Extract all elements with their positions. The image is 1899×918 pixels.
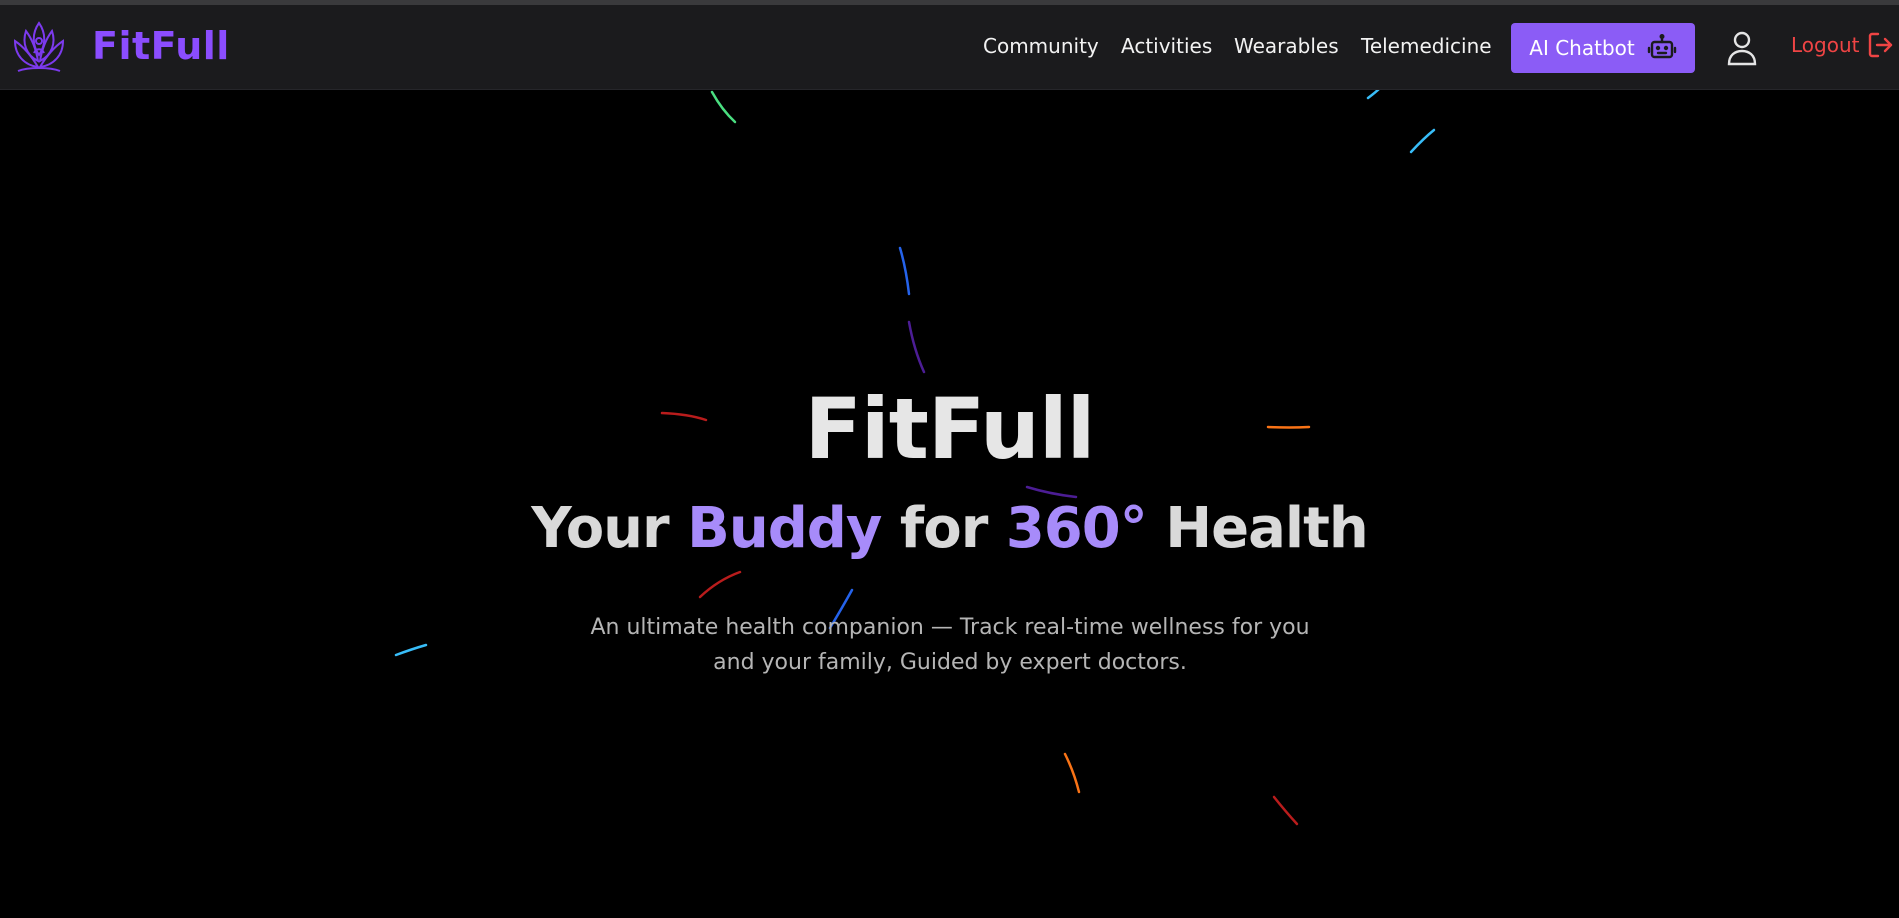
subtitle-text-2: for xyxy=(881,496,1006,561)
subtitle-accent-buddy: Buddy xyxy=(687,496,882,561)
nav-link-activities[interactable]: Activities xyxy=(1121,34,1212,58)
brand-home-link[interactable]: FitFull xyxy=(10,15,230,77)
nav-link-wearables[interactable]: Wearables xyxy=(1234,34,1339,58)
hero-title: FitFull xyxy=(804,380,1096,478)
subtitle-accent-360: 360° xyxy=(1005,496,1148,561)
top-navbar: FitFull Community Activities Wearables T… xyxy=(0,5,1899,90)
hero-subtitle: Your Buddy for 360° Health xyxy=(0,496,1899,561)
lotus-meditation-icon xyxy=(13,21,65,72)
nav-link-community[interactable]: Community xyxy=(983,34,1099,58)
user-icon[interactable] xyxy=(1727,30,1757,66)
hero-description: An ultimate health companion — Track rea… xyxy=(590,615,1310,675)
subtitle-text-1: Your xyxy=(531,496,688,561)
hero-section: FitFull Your Buddy for 360° Health An ul… xyxy=(0,90,1899,918)
robot-icon xyxy=(1647,34,1676,59)
logout-label: Logout xyxy=(1791,33,1860,57)
ai-chatbot-label: AI Chatbot xyxy=(1529,36,1635,60)
nav-link-telemedicine[interactable]: Telemedicine xyxy=(1361,34,1492,58)
subtitle-text-3: Health xyxy=(1146,496,1368,561)
brand-name: FitFull xyxy=(92,24,230,68)
ai-chatbot-button[interactable]: AI Chatbot xyxy=(1511,23,1695,73)
logout-icon xyxy=(1869,32,1893,58)
logout-button[interactable]: Logout xyxy=(1791,31,1895,59)
